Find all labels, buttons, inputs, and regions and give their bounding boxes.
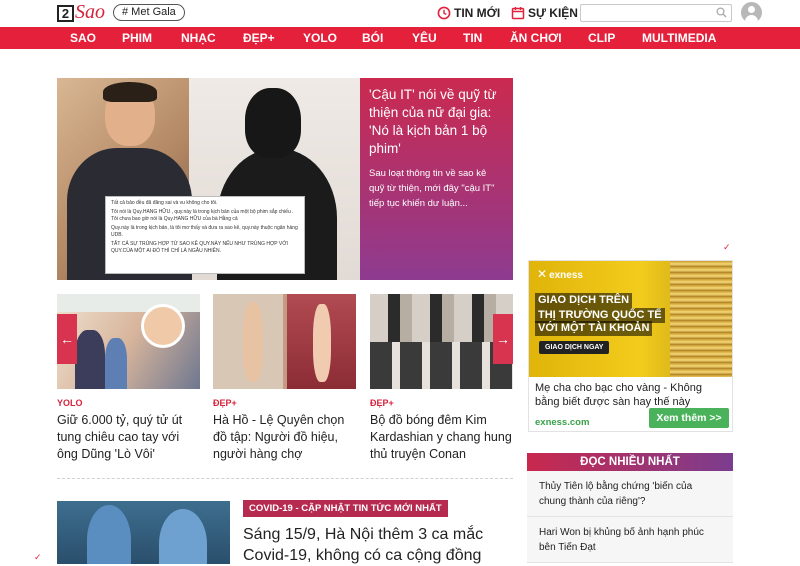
search-input[interactable] bbox=[581, 7, 711, 23]
most-read-heading: ĐỌC NHIỀU NHẤT bbox=[527, 453, 733, 471]
main-nav: SAO PHIM NHẠC ĐẸP+ YOLO BÓI YÊU TIN ĂN C… bbox=[0, 27, 800, 49]
featured-image[interactable]: Tất cả bảo đều đã đăng sai và vu không c… bbox=[57, 78, 360, 280]
nav-item-yeu[interactable]: YÊU bbox=[412, 27, 437, 49]
carousel-next-button[interactable]: → bbox=[493, 314, 513, 364]
trending-tag[interactable]: # Met Gala bbox=[113, 4, 185, 21]
nav-item-tin[interactable]: TIN bbox=[463, 27, 482, 49]
logo-number: 2 bbox=[57, 5, 74, 22]
article-thumbnail[interactable] bbox=[370, 294, 513, 389]
site-logo[interactable]: 2 Sao bbox=[57, 1, 105, 25]
featured-summary: Sau loạt thông tin về sao kê quỹ từ thiệ… bbox=[369, 168, 495, 209]
user-avatar[interactable] bbox=[741, 2, 762, 23]
nav-item-nhac[interactable]: NHẠC bbox=[181, 27, 216, 49]
ad-cta-button[interactable]: GIAO DỊCH NGAY bbox=[539, 341, 610, 354]
ad-headline: GIAO DỊCH TRÊN bbox=[535, 293, 633, 308]
latest-news-label: TIN MỚI bbox=[454, 6, 501, 20]
article-category[interactable]: ĐẸP+ bbox=[213, 397, 356, 409]
list-item[interactable]: Hari Won bị khủng bố ảnh hạnh phúc bên T… bbox=[527, 517, 733, 563]
nav-item-sao[interactable]: SAO bbox=[70, 27, 96, 49]
ad-see-more-button[interactable]: Xem thêm >> bbox=[649, 408, 729, 428]
most-read-widget: ĐỌC NHIỀU NHẤT Thủy Tiên lộ bằng chứng '… bbox=[527, 453, 733, 563]
nav-item-an-choi[interactable]: ĂN CHƠI bbox=[510, 27, 562, 49]
covid-article-title[interactable]: Sáng 15/9, Hà Nội thêm 3 ca mắc Covid-19… bbox=[243, 524, 513, 566]
carousel-prev-button[interactable]: ← bbox=[57, 314, 77, 364]
covid-article-thumbnail[interactable] bbox=[57, 501, 230, 564]
ad-choices-icon[interactable]: ✓ bbox=[723, 242, 733, 252]
nav-item-boi[interactable]: BÓI bbox=[362, 27, 383, 49]
events-label: SỰ KIỆN bbox=[528, 6, 578, 20]
nav-item-dep[interactable]: ĐẸP+ bbox=[243, 27, 275, 49]
featured-article[interactable]: Tất cả bảo đều đã đăng sai và vu không c… bbox=[57, 78, 513, 280]
featured-title[interactable]: 'Cậu IT' nói về quỹ từ thiện của nữ đại … bbox=[369, 86, 504, 158]
covid-topic-badge[interactable]: COVID-19 - CẬP NHẬT TIN TỨC MỚI NHẤT bbox=[243, 500, 448, 517]
article-category[interactable]: ĐẸP+ bbox=[370, 397, 513, 409]
search-box[interactable] bbox=[580, 4, 732, 23]
article-card[interactable]: ĐẸP+ Hà Hồ - Lệ Quyên chọn đồ tập: Người… bbox=[213, 294, 356, 463]
article-thumbnail[interactable] bbox=[57, 294, 200, 389]
top-bar: 2 Sao # Met Gala TIN MỚI SỰ KIỆN bbox=[0, 0, 800, 27]
search-icon[interactable] bbox=[716, 7, 727, 18]
nav-item-phim[interactable]: PHIM bbox=[122, 27, 152, 49]
nav-item-multimedia[interactable]: MULTIMEDIA bbox=[642, 27, 716, 49]
advertisement[interactable]: ✕ exness GIAO DỊCH TRÊN THỊ TRƯỜNG QUỐC T… bbox=[528, 260, 733, 432]
article-card[interactable]: YOLO Giữ 6.000 tỷ, quý tử út tung chiêu … bbox=[57, 294, 200, 463]
article-title[interactable]: Giữ 6.000 tỷ, quý tử út tung chiêu cao t… bbox=[57, 412, 200, 463]
arrow-left-icon: ← bbox=[60, 331, 74, 347]
ad-choices-icon[interactable]: ✓ bbox=[34, 552, 44, 562]
ad-image[interactable]: ✕ exness GIAO DỊCH TRÊN THỊ TRƯỜNG QUỐC T… bbox=[529, 261, 732, 377]
featured-image-caption-card: Tất cả bảo đều đã đăng sai và vu không c… bbox=[105, 196, 305, 274]
list-item[interactable]: Thủy Tiên lộ bằng chứng 'biến của chung … bbox=[527, 471, 733, 517]
ad-text[interactable]: Mẹ cha cho bạc cho vàng - Không bằng biế… bbox=[529, 379, 732, 411]
nav-item-clip[interactable]: CLIP bbox=[588, 27, 615, 49]
arrow-right-icon: → bbox=[496, 331, 510, 347]
nav-item-yolo[interactable]: YOLO bbox=[303, 27, 337, 49]
clock-icon bbox=[437, 6, 451, 20]
events-link[interactable]: SỰ KIỆN bbox=[511, 5, 578, 21]
featured-text-panel: 'Cậu IT' nói về quỹ từ thiện của nữ đại … bbox=[360, 78, 513, 280]
exness-logo-icon: ✕ bbox=[537, 267, 548, 281]
logo-word: Sao bbox=[75, 1, 105, 23]
calendar-icon bbox=[511, 7, 525, 20]
ad-brand: exness bbox=[549, 270, 583, 281]
ad-headline: VỚI MỘT TÀI KHOẢN bbox=[535, 321, 653, 336]
article-thumbnail[interactable] bbox=[213, 294, 356, 389]
article-title[interactable]: Hà Hồ - Lệ Quyên chọn đồ tập: Người đồ h… bbox=[213, 412, 356, 463]
latest-news-link[interactable]: TIN MỚI bbox=[437, 5, 500, 21]
article-card[interactable]: ĐẸP+ Bộ đồ bóng đêm Kim Kardashian y cha… bbox=[370, 294, 513, 463]
article-category[interactable]: YOLO bbox=[57, 397, 200, 409]
ad-domain[interactable]: exness.com bbox=[535, 417, 589, 428]
section-divider bbox=[57, 478, 513, 479]
article-title[interactable]: Bộ đồ bóng đêm Kim Kardashian y chang hu… bbox=[370, 412, 513, 463]
